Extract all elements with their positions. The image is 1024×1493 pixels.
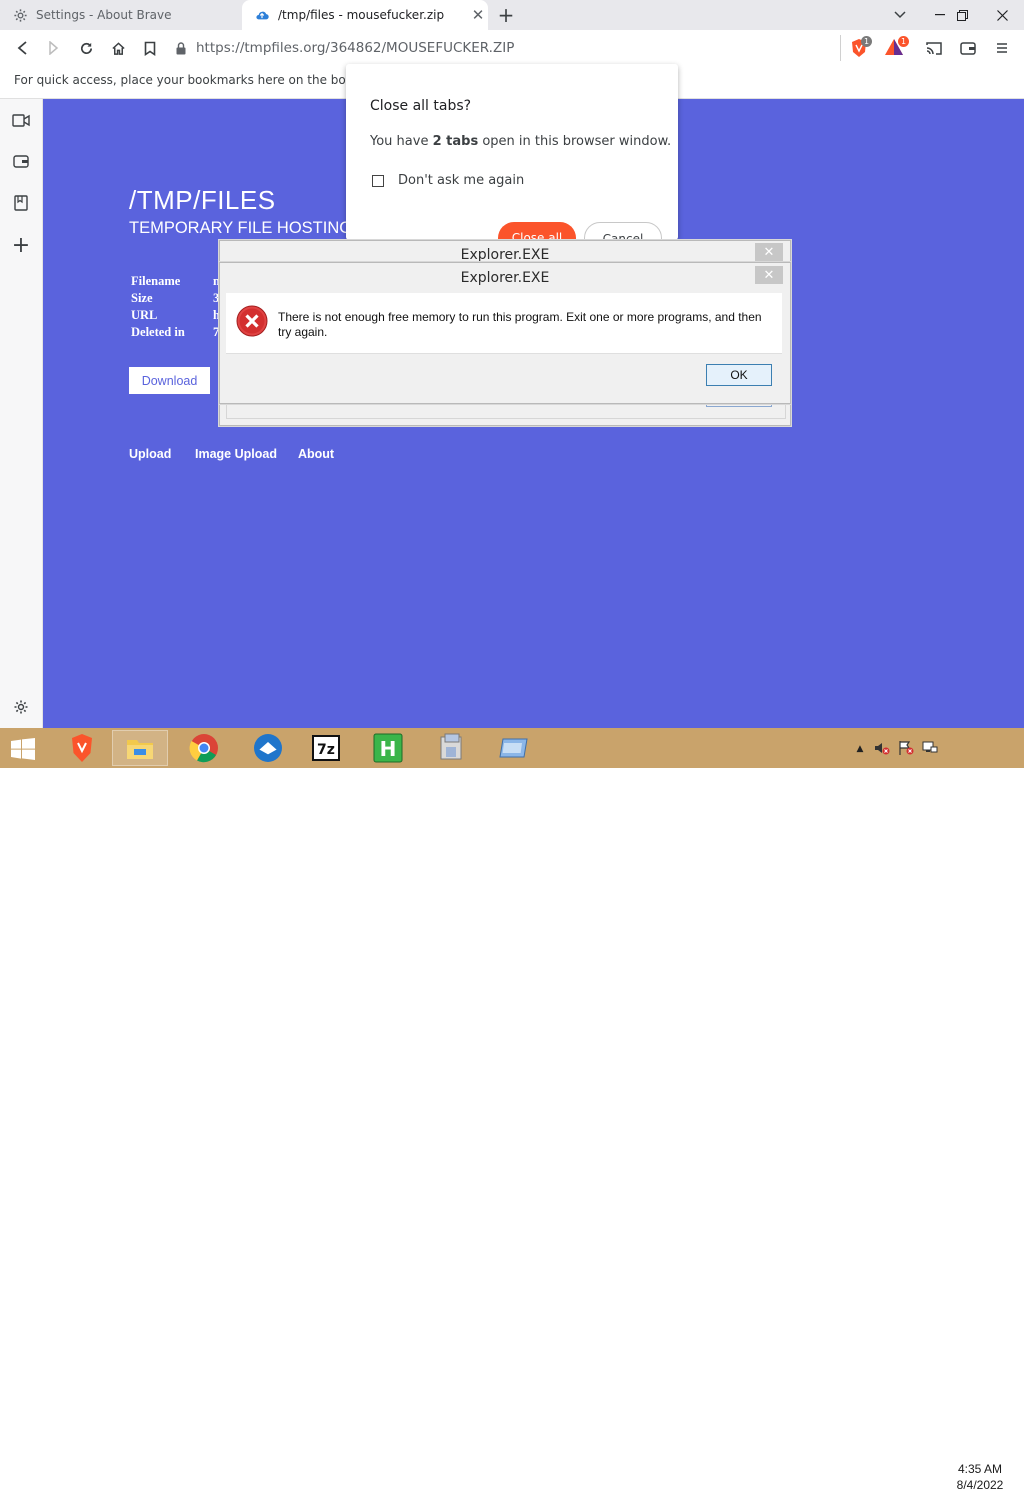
volume-muted-icon[interactable]	[874, 740, 890, 756]
taskbar: 7z H ▲ 4:35 AM 8/4/2022	[0, 728, 1024, 1492]
address-bar[interactable]: https://tmpfiles.org/364862/MOUSEFUCKER.…	[176, 35, 841, 61]
shields-count-badge: 1	[861, 36, 872, 47]
forward-icon[interactable]	[40, 34, 68, 62]
close-all-tabs-dialog: Close all tabs? You have 2 tabs open in …	[346, 64, 678, 240]
tab-title: Settings - About Brave	[36, 8, 172, 22]
close-window-icon[interactable]	[980, 0, 1024, 30]
clock[interactable]: 4:35 AM 8/4/2022	[952, 1461, 1008, 1493]
tab-settings[interactable]: Settings - About Brave	[0, 0, 240, 30]
error-dialog: Explorer.EXE ✕ There is not enough free …	[219, 262, 791, 404]
clock-date: 8/4/2022	[956, 1478, 1004, 1492]
installer-icon[interactable]	[424, 730, 480, 766]
close-icon[interactable]: ✕	[755, 243, 783, 261]
restore-icon[interactable]	[940, 0, 984, 30]
dialog-message: You have 2 tabs open in this browser win…	[370, 134, 672, 149]
about-link[interactable]: About	[298, 447, 334, 461]
reload-icon[interactable]	[72, 34, 100, 62]
site-title: /TMP/FILES	[129, 185, 276, 215]
upload-link[interactable]: Upload	[129, 447, 171, 461]
ok-button[interactable]: OK	[706, 364, 772, 386]
error-icon	[236, 305, 268, 341]
error-message: There is not enough free memory to run t…	[278, 310, 762, 339]
reading-list-icon[interactable]	[9, 191, 33, 215]
settings-icon[interactable]	[9, 695, 33, 719]
brave-shields-icon[interactable]: 1	[850, 36, 874, 58]
new-tab-button[interactable]: +	[496, 4, 516, 26]
tab-search-icon[interactable]	[878, 0, 922, 30]
tab-strip: Settings - About Brave /tmp/files - mous…	[0, 0, 1024, 30]
dialog-body: There is not enough free memory to run t…	[226, 293, 782, 353]
url-row: URL h	[131, 308, 220, 323]
site-subtitle: TEMPORARY FILE HOSTING	[129, 219, 353, 237]
cloud-upload-icon	[254, 7, 270, 23]
file-explorer-icon[interactable]	[112, 730, 168, 766]
window-icon[interactable]	[486, 730, 542, 766]
chevron-up-icon[interactable]: ▲	[852, 741, 868, 757]
home-icon[interactable]	[104, 34, 132, 62]
tab-title: /tmp/files - mousefucker.zip	[278, 8, 445, 22]
clock-time: 4:35 AM	[957, 1462, 1003, 1476]
svg-text:7z: 7z	[317, 742, 335, 758]
download-button[interactable]: Download	[129, 367, 210, 394]
close-icon[interactable]: ✕	[755, 266, 783, 284]
7zip-icon[interactable]: 7z	[298, 730, 354, 766]
dont-ask-checkbox[interactable]	[372, 175, 384, 187]
action-center-flag-icon[interactable]	[898, 740, 914, 756]
size-row: Size 3	[131, 291, 219, 306]
bookmark-icon[interactable]	[136, 34, 164, 62]
meta-label: Deleted in	[131, 325, 185, 339]
close-tab-icon[interactable]: ✕	[468, 6, 488, 24]
close-all-button[interactable]: Close all	[498, 222, 576, 240]
image-upload-link[interactable]: Image Upload	[195, 447, 277, 461]
svg-text:H: H	[380, 737, 397, 761]
menu-icon[interactable]	[988, 34, 1016, 62]
add-icon[interactable]: +	[9, 233, 33, 258]
wallet-icon[interactable]	[954, 34, 982, 62]
tab-tmpfiles[interactable]: /tmp/files - mousefucker.zip ✕	[242, 0, 488, 30]
brave-icon[interactable]	[54, 730, 110, 766]
url-text: https://tmpfiles.org/364862/MOUSEFUCKER.…	[196, 40, 515, 56]
gear-icon	[12, 7, 28, 23]
back-icon[interactable]	[8, 34, 36, 62]
start-button[interactable]	[10, 738, 38, 760]
brave-rewards-icon[interactable]: 1	[884, 36, 910, 58]
network-icon[interactable]	[922, 740, 938, 756]
dialog-title: Explorer.EXE	[460, 247, 550, 263]
filename-row: Filename m	[131, 274, 223, 289]
cancel-button[interactable]: Cancel	[584, 222, 662, 240]
video-call-icon[interactable]	[9, 108, 33, 132]
cast-icon[interactable]	[920, 34, 948, 62]
meta-label: URL	[131, 308, 158, 322]
meta-label: Size	[131, 291, 153, 305]
dialog-title: Close all tabs?	[370, 98, 472, 114]
dialog-title: Explorer.EXE	[460, 270, 550, 286]
thunderbird-icon[interactable]	[240, 730, 296, 766]
dont-ask-label[interactable]: Don't ask me again	[398, 173, 524, 188]
rewards-count-badge: 1	[898, 36, 909, 47]
wallet-icon[interactable]	[9, 149, 33, 173]
hex-editor-icon[interactable]: H	[360, 730, 416, 766]
bookmarks-hint: For quick access, place your bookmarks h…	[14, 73, 398, 87]
deleted-in-row: Deleted in 7	[131, 325, 219, 340]
meta-label: Filename	[131, 274, 181, 288]
sidebar: +	[0, 99, 43, 728]
lock-icon[interactable]	[176, 41, 186, 55]
chrome-icon[interactable]	[176, 730, 232, 766]
